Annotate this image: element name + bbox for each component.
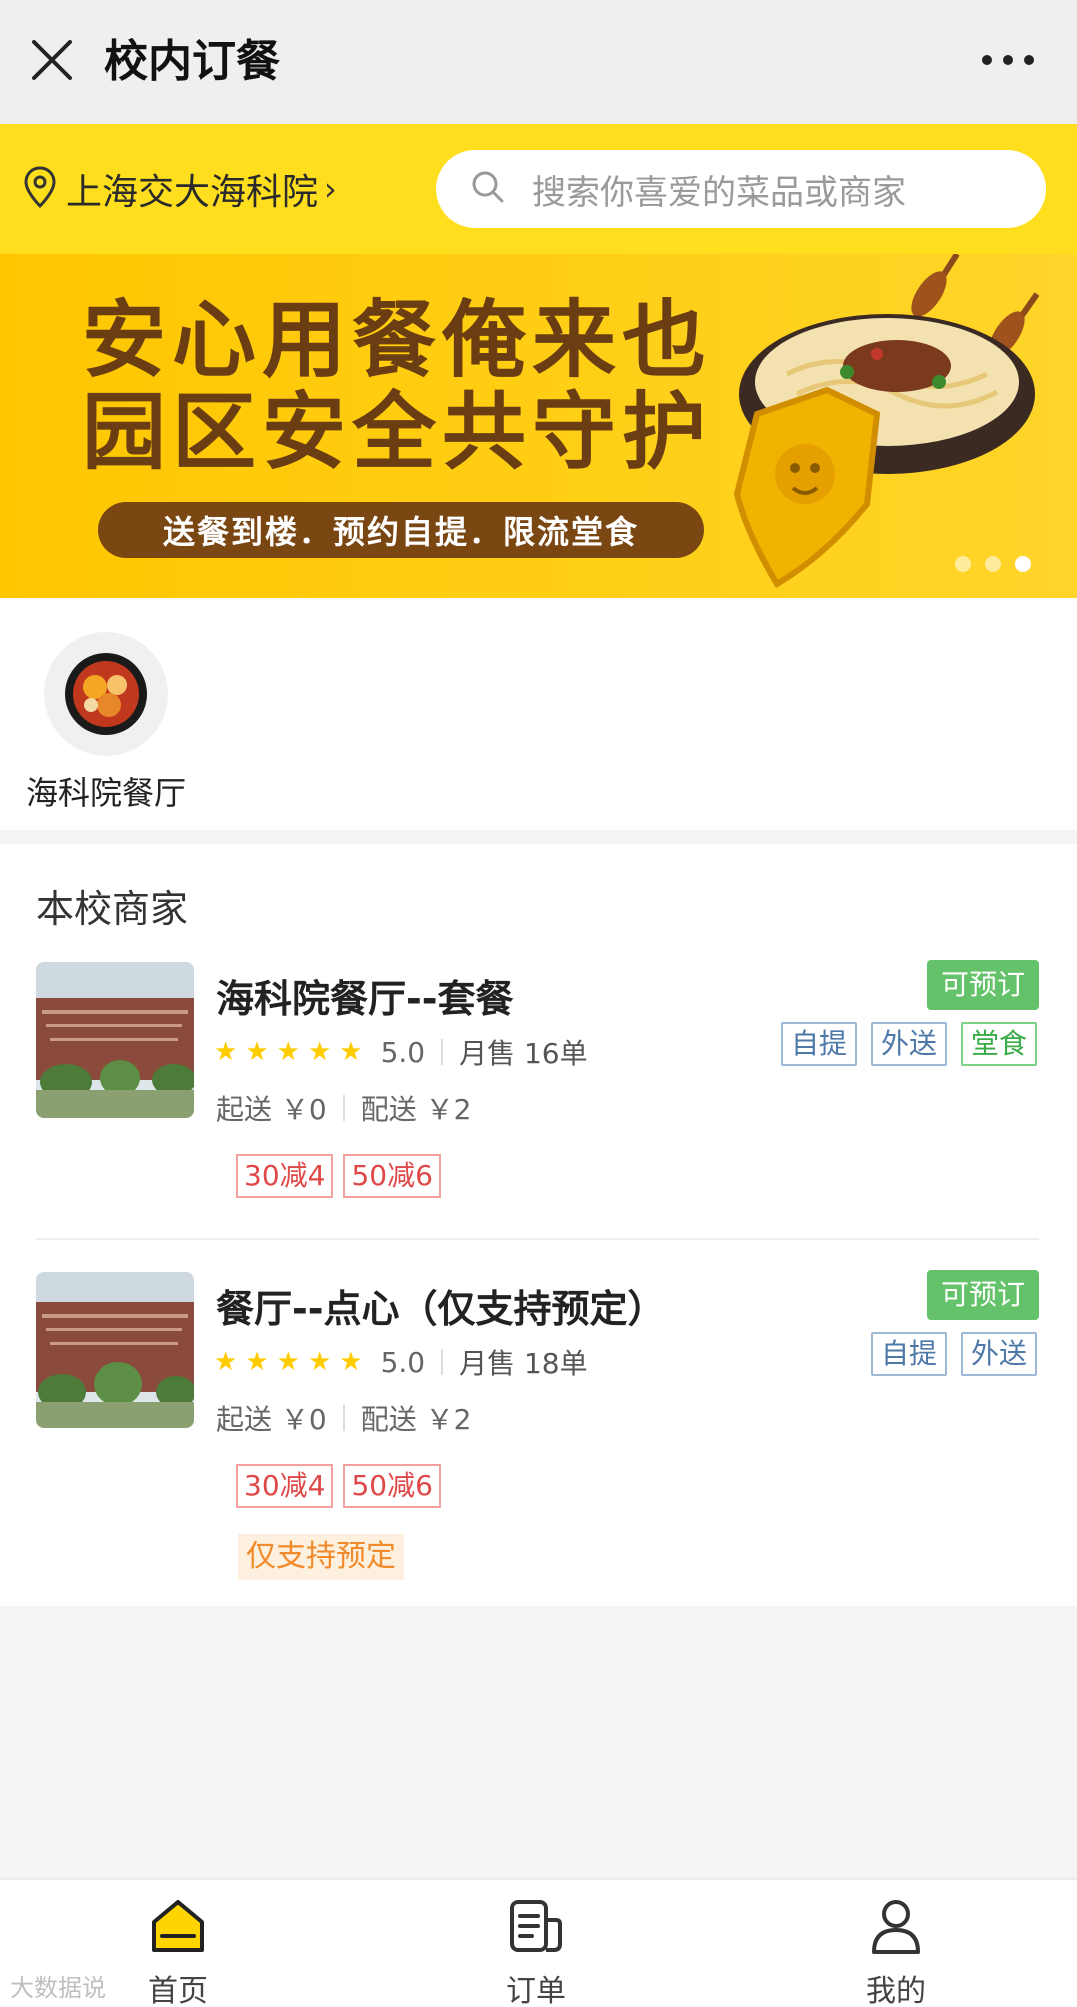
rating-value: 5.0 (380, 1035, 426, 1069)
min-order: 起送 ￥0 (216, 1093, 327, 1126)
tab-label: 订单 (506, 1974, 566, 2007)
search-strip: 上海交大海科院 › 搜索你喜爱的菜品或商家 (0, 124, 1077, 254)
chevron-right-icon: › (324, 170, 337, 208)
divider (342, 1405, 345, 1431)
star-icon: ★ (276, 1037, 300, 1067)
star-icon: ★ (276, 1347, 300, 1377)
promo-banner[interactable]: 安心用餐俺来也 园区安全共守护 送餐到楼．预约自提．限流堂食 (0, 254, 1077, 598)
noodle-bowl-illustration (717, 254, 1047, 598)
rating-row: ★ ★ ★ ★ ★ 5.0 月售 16单 (214, 1032, 588, 1072)
rating-value: 5.0 (380, 1345, 426, 1379)
more-options-icon[interactable] (975, 40, 1041, 80)
banner-dot[interactable] (985, 556, 1001, 572)
service-tags: 自提 外送 堂食 (780, 1022, 1037, 1066)
location-pin-icon (22, 165, 58, 213)
fee-row: 起送 ￥0 配送 ￥2 (216, 1398, 471, 1438)
top-nav-bar: 校内订餐 (0, 0, 1077, 124)
location-label: 上海交大海科院 (66, 172, 319, 213)
monthly-sales: 月售 18单 (459, 1347, 588, 1380)
tag-dine-in: 堂食 (960, 1022, 1037, 1066)
tab-home[interactable]: 首页 (118, 1894, 238, 2007)
merchant-thumbnail (36, 962, 194, 1118)
status-badge: 可预订 (926, 1270, 1039, 1320)
category-section: 海科院餐厅 (0, 598, 1077, 830)
search-input[interactable]: 搜索你喜爱的菜品或商家 (436, 150, 1046, 228)
tag-pickup: 自提 (870, 1332, 947, 1376)
star-icon: ★ (245, 1037, 269, 1067)
divider (441, 1349, 444, 1375)
star-icon: ★ (307, 1037, 332, 1067)
promo-tags: 30减4 50减6 (236, 1464, 441, 1508)
tab-mine[interactable]: 我的 (836, 1894, 956, 2007)
star-icon: ★ (339, 1347, 363, 1377)
canteen-logo-icon (44, 632, 168, 756)
banner-dot[interactable] (955, 556, 971, 572)
monthly-sales: 月售 16单 (459, 1037, 588, 1070)
merchant-list-section: 本校商家 海科院餐厅--套餐 ★ ★ ★ ★ ★ 5.0 月售 16单 起送 ￥… (0, 844, 1077, 1606)
merchant-name: 海科院餐厅--套餐 (216, 977, 514, 1021)
promo-tag: 30减4 (236, 1154, 334, 1198)
tab-label: 首页 (148, 1974, 208, 2007)
star-icon: ★ (339, 1037, 363, 1067)
star-icon: ★ (214, 1037, 238, 1067)
order-list-icon (504, 1900, 568, 1962)
status-badge: 可预订 (926, 960, 1039, 1010)
divider (342, 1095, 345, 1121)
tab-orders[interactable]: 订单 (476, 1894, 596, 2007)
delivery-fee: 配送 ￥2 (360, 1093, 472, 1126)
fee-row: 起送 ￥0 配送 ￥2 (216, 1088, 471, 1128)
banner-pagination (955, 556, 1031, 572)
page-title: 校内订餐 (104, 36, 280, 87)
search-placeholder: 搜索你喜爱的菜品或商家 (532, 172, 906, 213)
location-selector[interactable]: 上海交大海科院 › (22, 164, 337, 214)
banner-subtitle-pill: 送餐到楼．预约自提．限流堂食 (98, 502, 704, 558)
watermark: 大数据说 (10, 1974, 106, 2002)
list-divider (36, 1238, 1039, 1240)
promo-tag: 50减6 (343, 1154, 441, 1198)
banner-headline-1: 安心用餐俺来也 (82, 291, 713, 389)
merchant-card[interactable]: 海科院餐厅--套餐 ★ ★ ★ ★ ★ 5.0 月售 16单 起送 ￥0 配送 … (0, 960, 1077, 1260)
star-icon: ★ (307, 1347, 332, 1377)
star-icon: ★ (245, 1347, 269, 1377)
bottom-tab-bar: 首页 订单 我的 (0, 1878, 1077, 2007)
merchant-name: 餐厅--点心（仅支持预定） (216, 1287, 666, 1331)
service-tags: 自提 外送 (870, 1332, 1037, 1376)
preorder-only-badge: 仅支持预定 (238, 1534, 404, 1580)
section-title: 本校商家 (36, 887, 189, 931)
rating-row: ★ ★ ★ ★ ★ 5.0 月售 18单 (214, 1342, 588, 1382)
divider (441, 1039, 444, 1065)
tag-delivery: 外送 (960, 1332, 1037, 1376)
tag-delivery: 外送 (870, 1022, 947, 1066)
promo-tag: 50减6 (343, 1464, 441, 1508)
promo-tag: 30减4 (236, 1464, 334, 1508)
user-icon (864, 1900, 928, 1962)
banner-headline-2: 园区安全共守护 (82, 383, 713, 481)
close-icon[interactable] (26, 34, 78, 86)
category-item-hai-ke-canteen[interactable]: 海科院餐厅 (18, 632, 194, 814)
search-icon (470, 169, 506, 209)
delivery-fee: 配送 ￥2 (360, 1403, 472, 1436)
tag-pickup: 自提 (780, 1022, 857, 1066)
banner-dot-active[interactable] (1015, 556, 1031, 572)
min-order: 起送 ￥0 (216, 1403, 327, 1436)
promo-tags: 30减4 50减6 (236, 1154, 441, 1198)
category-label: 海科院餐厅 (25, 774, 186, 812)
merchant-card[interactable]: 餐厅--点心（仅支持预定） ★ ★ ★ ★ ★ 5.0 月售 18单 起送 ￥0… (0, 1270, 1077, 1580)
merchant-thumbnail (36, 1272, 194, 1428)
star-icon: ★ (214, 1347, 238, 1377)
tab-label: 我的 (866, 1974, 926, 2007)
home-icon (146, 1900, 210, 1962)
